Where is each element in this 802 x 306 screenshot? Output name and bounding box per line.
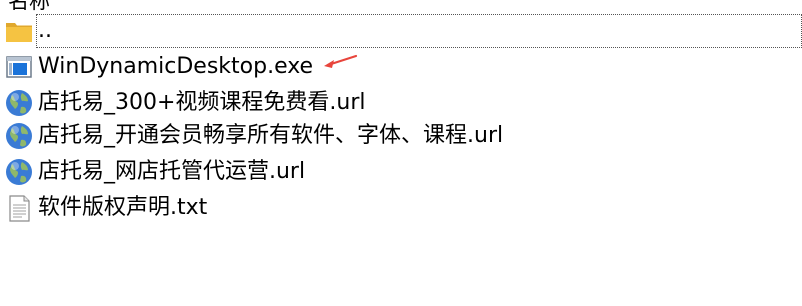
- red-arrow-annotation-icon: [324, 54, 358, 68]
- file-row-url-store-hosting[interactable]: 店托易_网店托管代运营.url: [0, 155, 802, 189]
- file-name: 软件版权声明.txt: [38, 195, 208, 220]
- globe-url-icon: [4, 88, 34, 118]
- exe-app-icon: [4, 52, 34, 82]
- file-row-url-membership[interactable]: 店托易_开通会员畅享所有软件、字体、课程.url: [0, 119, 802, 153]
- file-row-copyright-txt[interactable]: 软件版权声明.txt: [0, 191, 802, 225]
- file-name: 店托易_300+视频课程免费看.url: [38, 90, 366, 115]
- column-header-name[interactable]: 名称: [0, 0, 802, 14]
- file-row-url-courses[interactable]: 店托易_300+视频课程免费看.url: [0, 86, 802, 120]
- focus-rectangle: [36, 14, 802, 48]
- file-name: ..: [38, 18, 52, 43]
- globe-url-icon: [4, 157, 34, 187]
- file-list-pane: 名称 .. WinDynamicDesktop.exe 店托易_300+视频课程…: [0, 0, 802, 306]
- file-name: 店托易_网店托管代运营.url: [38, 159, 306, 184]
- text-file-icon: [4, 193, 34, 223]
- file-row-windynamicdesktop[interactable]: WinDynamicDesktop.exe: [0, 50, 802, 84]
- file-name: WinDynamicDesktop.exe: [38, 54, 314, 79]
- file-row-parent[interactable]: ..: [0, 14, 802, 48]
- globe-url-icon: [4, 121, 34, 151]
- column-header-label: 名称: [8, 0, 50, 13]
- file-name: 店托易_开通会员畅享所有软件、字体、课程.url: [38, 123, 504, 148]
- folder-icon: [4, 16, 34, 46]
